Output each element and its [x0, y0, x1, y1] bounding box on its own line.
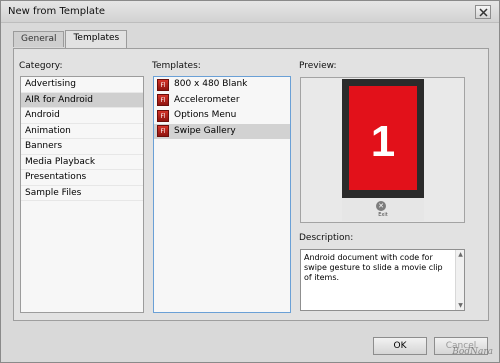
- category-list[interactable]: Advertising AIR for Android Android Anim…: [20, 76, 144, 313]
- category-label: Category:: [19, 61, 63, 71]
- scroll-down-icon[interactable]: ▼: [457, 302, 464, 309]
- template-item-800x480-blank[interactable]: Fl 800 x 480 Blank: [154, 77, 290, 93]
- description-box[interactable]: Android document with code for swipe ges…: [300, 249, 465, 311]
- phone-preview: 1 ✕ Exit: [342, 79, 424, 221]
- category-item-android[interactable]: Android: [21, 108, 143, 124]
- preview-number: 1: [370, 117, 396, 166]
- templates-panel: Category: Advertising AIR for Android An…: [13, 48, 489, 321]
- fl-file-icon: Fl: [157, 109, 169, 122]
- template-item-label: Swipe Gallery: [174, 125, 236, 136]
- tab-bar: General Templates: [13, 30, 128, 48]
- window-title: New from Template: [8, 6, 106, 17]
- description-scrollbar[interactable]: ▲ ▼: [455, 250, 464, 310]
- title-bar: New from Template: [1, 1, 499, 23]
- description-label: Description:: [299, 233, 354, 243]
- preview-label: Preview:: [299, 61, 337, 71]
- fl-file-icon: Fl: [157, 125, 169, 138]
- phone-screen: 1: [349, 86, 417, 190]
- preview-pane: 1 ✕ Exit: [300, 77, 465, 223]
- category-item-sample-files[interactable]: Sample Files: [21, 186, 143, 201]
- exit-label: Exit: [378, 212, 388, 218]
- scroll-up-icon[interactable]: ▲: [457, 251, 464, 258]
- category-item-banners[interactable]: Banners: [21, 139, 143, 155]
- close-icon: [478, 7, 488, 17]
- fl-file-icon: Fl: [157, 94, 169, 107]
- template-item-label: Accelerometer: [174, 94, 240, 105]
- description-text: Android document with code for swipe ges…: [304, 253, 443, 282]
- category-item-air-for-android[interactable]: AIR for Android: [21, 92, 143, 108]
- phone-bottom-bar: ✕ Exit: [342, 198, 424, 221]
- tab-templates[interactable]: Templates: [65, 30, 128, 48]
- templates-list[interactable]: Fl 800 x 480 Blank Fl Accelerometer Fl O…: [153, 76, 291, 313]
- tab-general[interactable]: General: [13, 31, 65, 47]
- template-item-options-menu[interactable]: Fl Options Menu: [154, 108, 290, 124]
- template-item-accelerometer[interactable]: Fl Accelerometer: [154, 93, 290, 109]
- category-item-advertising[interactable]: Advertising: [21, 77, 143, 93]
- template-item-swipe-gallery[interactable]: Fl Swipe Gallery: [154, 123, 290, 139]
- category-item-presentations[interactable]: Presentations: [21, 170, 143, 186]
- dialog-window: New from Template General Templates Cate…: [0, 0, 500, 363]
- fl-file-icon: Fl: [157, 78, 169, 91]
- category-item-animation[interactable]: Animation: [21, 124, 143, 139]
- ok-button[interactable]: OK: [373, 337, 427, 355]
- category-item-media-playback[interactable]: Media Playback: [21, 155, 143, 170]
- template-item-label: Options Menu: [174, 110, 237, 121]
- template-item-label: 800 x 480 Blank: [174, 79, 248, 90]
- templates-label: Templates:: [152, 61, 201, 71]
- exit-icon: ✕: [376, 201, 386, 211]
- watermark-text: BodNara: [452, 347, 493, 357]
- close-button[interactable]: [475, 5, 491, 19]
